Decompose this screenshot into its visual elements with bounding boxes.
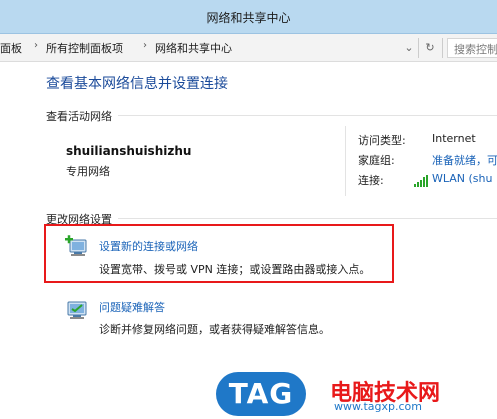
- window-title: 网络和共享中心: [206, 11, 291, 25]
- connection-label: 连接:: [358, 174, 384, 187]
- main-content: 查看基本网络信息并设置连接 查看活动网络 shuilianshuishizhu …: [0, 62, 497, 419]
- access-type-label: 访问类型:: [358, 134, 406, 147]
- homegroup-link[interactable]: 准备就绪，可: [432, 152, 497, 168]
- network-type: 专用网络: [66, 165, 110, 178]
- breadcrumb-item-network-center[interactable]: 网络和共享中心: [155, 40, 232, 56]
- troubleshoot-link[interactable]: 问题疑难解答: [99, 299, 165, 315]
- troubleshoot-description: 诊断并修复网络问题，或者获得疑难解答信息。: [99, 323, 330, 336]
- address-bar: 面板 › 所有控制面板项 › 网络和共享中心 ⌄ ↻ 搜索控制: [0, 34, 497, 62]
- network-setup-icon[interactable]: [62, 234, 90, 260]
- vertical-divider: [345, 126, 346, 196]
- breadcrumb-item-control-panel[interactable]: 面板: [0, 40, 22, 56]
- network-name: shuilianshuishizhu: [66, 144, 192, 158]
- troubleshoot-icon[interactable]: [62, 296, 90, 322]
- access-type-value: Internet: [432, 132, 476, 145]
- setup-connection-description: 设置宽带、拨号或 VPN 连接；或设置路由器或接入点。: [99, 263, 371, 276]
- window-titlebar: 网络和共享中心: [0, 0, 497, 34]
- section-divider: [118, 115, 497, 116]
- watermark-badge-text: TAG: [228, 377, 294, 410]
- search-input[interactable]: 搜索控制: [447, 38, 497, 58]
- address-divider: [418, 38, 419, 58]
- wifi-signal-icon[interactable]: [414, 172, 428, 187]
- setup-connection-link[interactable]: 设置新的连接或网络: [99, 238, 198, 254]
- breadcrumb-item-all-items[interactable]: 所有控制面板项: [46, 40, 123, 56]
- watermark-url: www.tagxp.com: [334, 400, 422, 413]
- homegroup-label: 家庭组:: [358, 154, 395, 167]
- watermark-badge: TAG: [216, 372, 306, 416]
- chevron-down-icon[interactable]: ⌄: [400, 39, 418, 57]
- connection-link[interactable]: WLAN (shu: [432, 172, 492, 185]
- refresh-icon[interactable]: ↻: [421, 39, 439, 57]
- page-title: 查看基本网络信息并设置连接: [46, 76, 228, 92]
- address-divider: [442, 38, 443, 58]
- section-divider: [118, 218, 497, 219]
- breadcrumb-chevron-icon[interactable]: ›: [34, 40, 38, 51]
- breadcrumb-chevron-icon[interactable]: ›: [143, 40, 147, 51]
- active-networks-label: 查看活动网络: [46, 110, 112, 123]
